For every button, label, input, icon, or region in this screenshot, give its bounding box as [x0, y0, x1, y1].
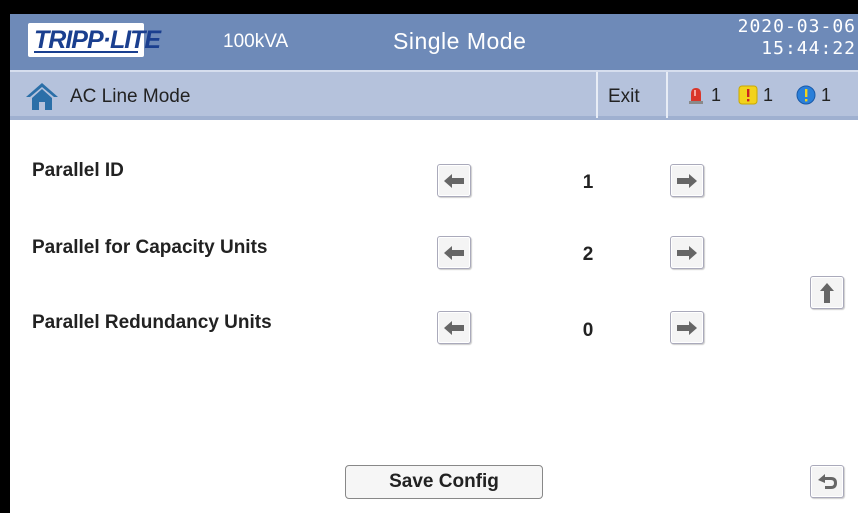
info-alarm-count: 1	[821, 84, 832, 105]
parallel-id-value: 1	[582, 172, 594, 193]
save-config-button[interactable]: Save Config	[345, 465, 543, 499]
parallel-id-increase-button[interactable]	[670, 164, 704, 197]
settings-panel: Parallel ID 1 Parallel for Capacity Unit…	[10, 120, 858, 513]
right-arrow-icon	[677, 245, 697, 260]
blue-info-icon	[796, 85, 816, 105]
redundancy-units-label: Parallel Redundancy Units	[32, 312, 272, 333]
parallel-id-label: Parallel ID	[32, 160, 124, 181]
left-arrow-icon	[444, 320, 464, 335]
time-display: 15:44:22	[761, 38, 856, 59]
right-arrow-icon	[677, 320, 697, 335]
tripp-lite-logo: TRIPP·LITE	[28, 23, 161, 57]
capacity-units-decrease-button[interactable]	[437, 236, 471, 269]
back-button[interactable]	[810, 465, 844, 498]
status-bar: AC Line Mode Exit 1 1 1	[10, 70, 858, 120]
redundancy-units-value: 0	[582, 320, 594, 341]
back-arrow-icon	[818, 473, 837, 489]
capacity-units-increase-button[interactable]	[670, 236, 704, 269]
left-arrow-icon	[444, 245, 464, 260]
warning-alarm[interactable]: 1	[738, 83, 773, 107]
critical-alarm[interactable]: 1	[686, 83, 721, 107]
mode-title: AC Line Mode	[70, 86, 191, 107]
info-alarm[interactable]: 1	[796, 83, 831, 107]
operating-mode: Single Mode	[393, 28, 527, 54]
ups-screen: TRIPP·LITE 100kVA Single Mode 2020-03-06…	[10, 14, 858, 513]
red-siren-icon	[689, 88, 703, 104]
up-arrow-icon	[820, 282, 834, 303]
capacity-units-value: 2	[582, 244, 594, 265]
yellow-warning-icon	[738, 85, 758, 105]
capacity-label: 100kVA	[223, 31, 289, 52]
redundancy-units-decrease-button[interactable]	[437, 311, 471, 344]
page-up-button[interactable]	[810, 276, 844, 309]
warning-alarm-count: 1	[763, 84, 774, 105]
datetime: 2020-03-06 15:44:22	[700, 16, 856, 60]
parallel-id-decrease-button[interactable]	[437, 164, 471, 197]
critical-alarm-count: 1	[711, 84, 722, 105]
redundancy-units-increase-button[interactable]	[670, 311, 704, 344]
top-bar: TRIPP·LITE 100kVA Single Mode 2020-03-06…	[10, 14, 858, 70]
capacity-units-label: Parallel for Capacity Units	[32, 237, 268, 258]
left-arrow-icon	[444, 173, 464, 188]
exit-button[interactable]: Exit	[608, 86, 640, 108]
home-icon[interactable]	[25, 81, 59, 111]
right-arrow-icon	[677, 173, 697, 188]
date-display: 2020-03-06	[737, 16, 856, 37]
